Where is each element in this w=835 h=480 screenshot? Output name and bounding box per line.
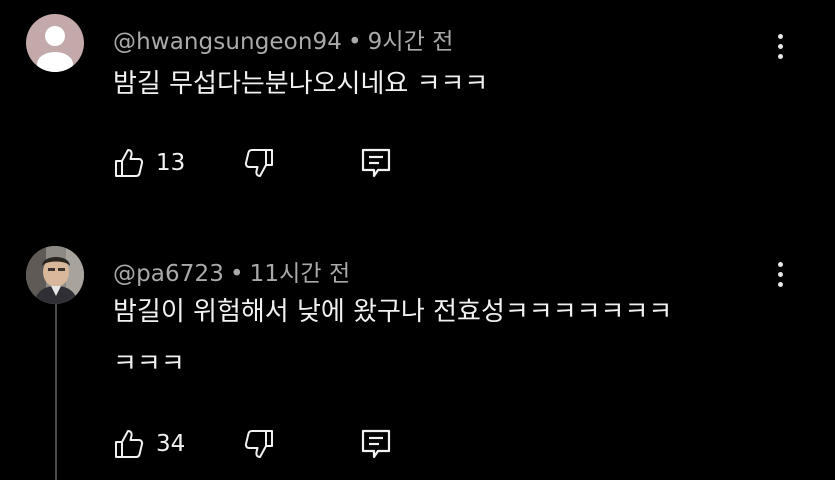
comment-text: 밤길이 위험해서 낮에 왔구나 전효성ㅋㅋㅋㅋㅋㅋㅋ ㅋㅋㅋ [113, 297, 673, 379]
comment-time[interactable]: 9시간 전 [368, 29, 454, 55]
comment-item: @hwangsungeon94 • 9시간 전 밤길 무섭다는분나오시네요 ㅋㅋㅋ … [0, 0, 835, 240]
thread-line [55, 302, 57, 480]
reply-button[interactable] [360, 424, 392, 464]
comment-author[interactable]: @pa6723 [113, 261, 224, 287]
photo-avatar-icon [26, 246, 84, 304]
comment-text: 밤길 무섭다는분나오시네요 ㅋㅋㅋ [113, 69, 489, 99]
thumbs-down-icon [244, 149, 273, 177]
comment-author[interactable]: @hwangsungeon94 [113, 29, 342, 55]
comment-actions: 34 [112, 424, 412, 464]
reply-icon [361, 429, 391, 459]
reply-icon [361, 148, 391, 178]
dislike-button[interactable] [242, 143, 276, 183]
comment-meta: @pa6723 • 11시간 전 [113, 254, 350, 288]
meta-separator: • [229, 261, 244, 287]
default-avatar-icon [37, 26, 73, 72]
like-count: 13 [156, 150, 186, 176]
thumbs-up-icon [115, 149, 144, 177]
avatar[interactable] [26, 14, 84, 72]
comment-actions: 13 [112, 143, 412, 183]
meta-separator: • [347, 29, 362, 55]
like-button[interactable]: 13 [112, 143, 185, 183]
thumbs-up-icon [115, 430, 144, 458]
comment-time[interactable]: 11시간 전 [250, 261, 351, 287]
dislike-button[interactable] [242, 424, 276, 464]
thumbs-down-icon [244, 430, 273, 458]
like-button[interactable]: 34 [112, 424, 185, 464]
like-count: 34 [156, 431, 186, 457]
avatar[interactable] [26, 246, 84, 304]
comment-item: @pa6723 • 11시간 전 밤길이 위험해서 낮에 왔구나 전효성ㅋㅋㅋㅋㅋㅋ… [0, 240, 835, 480]
reply-button[interactable] [360, 143, 392, 183]
comment-meta: @hwangsungeon94 • 9시간 전 [113, 22, 454, 56]
